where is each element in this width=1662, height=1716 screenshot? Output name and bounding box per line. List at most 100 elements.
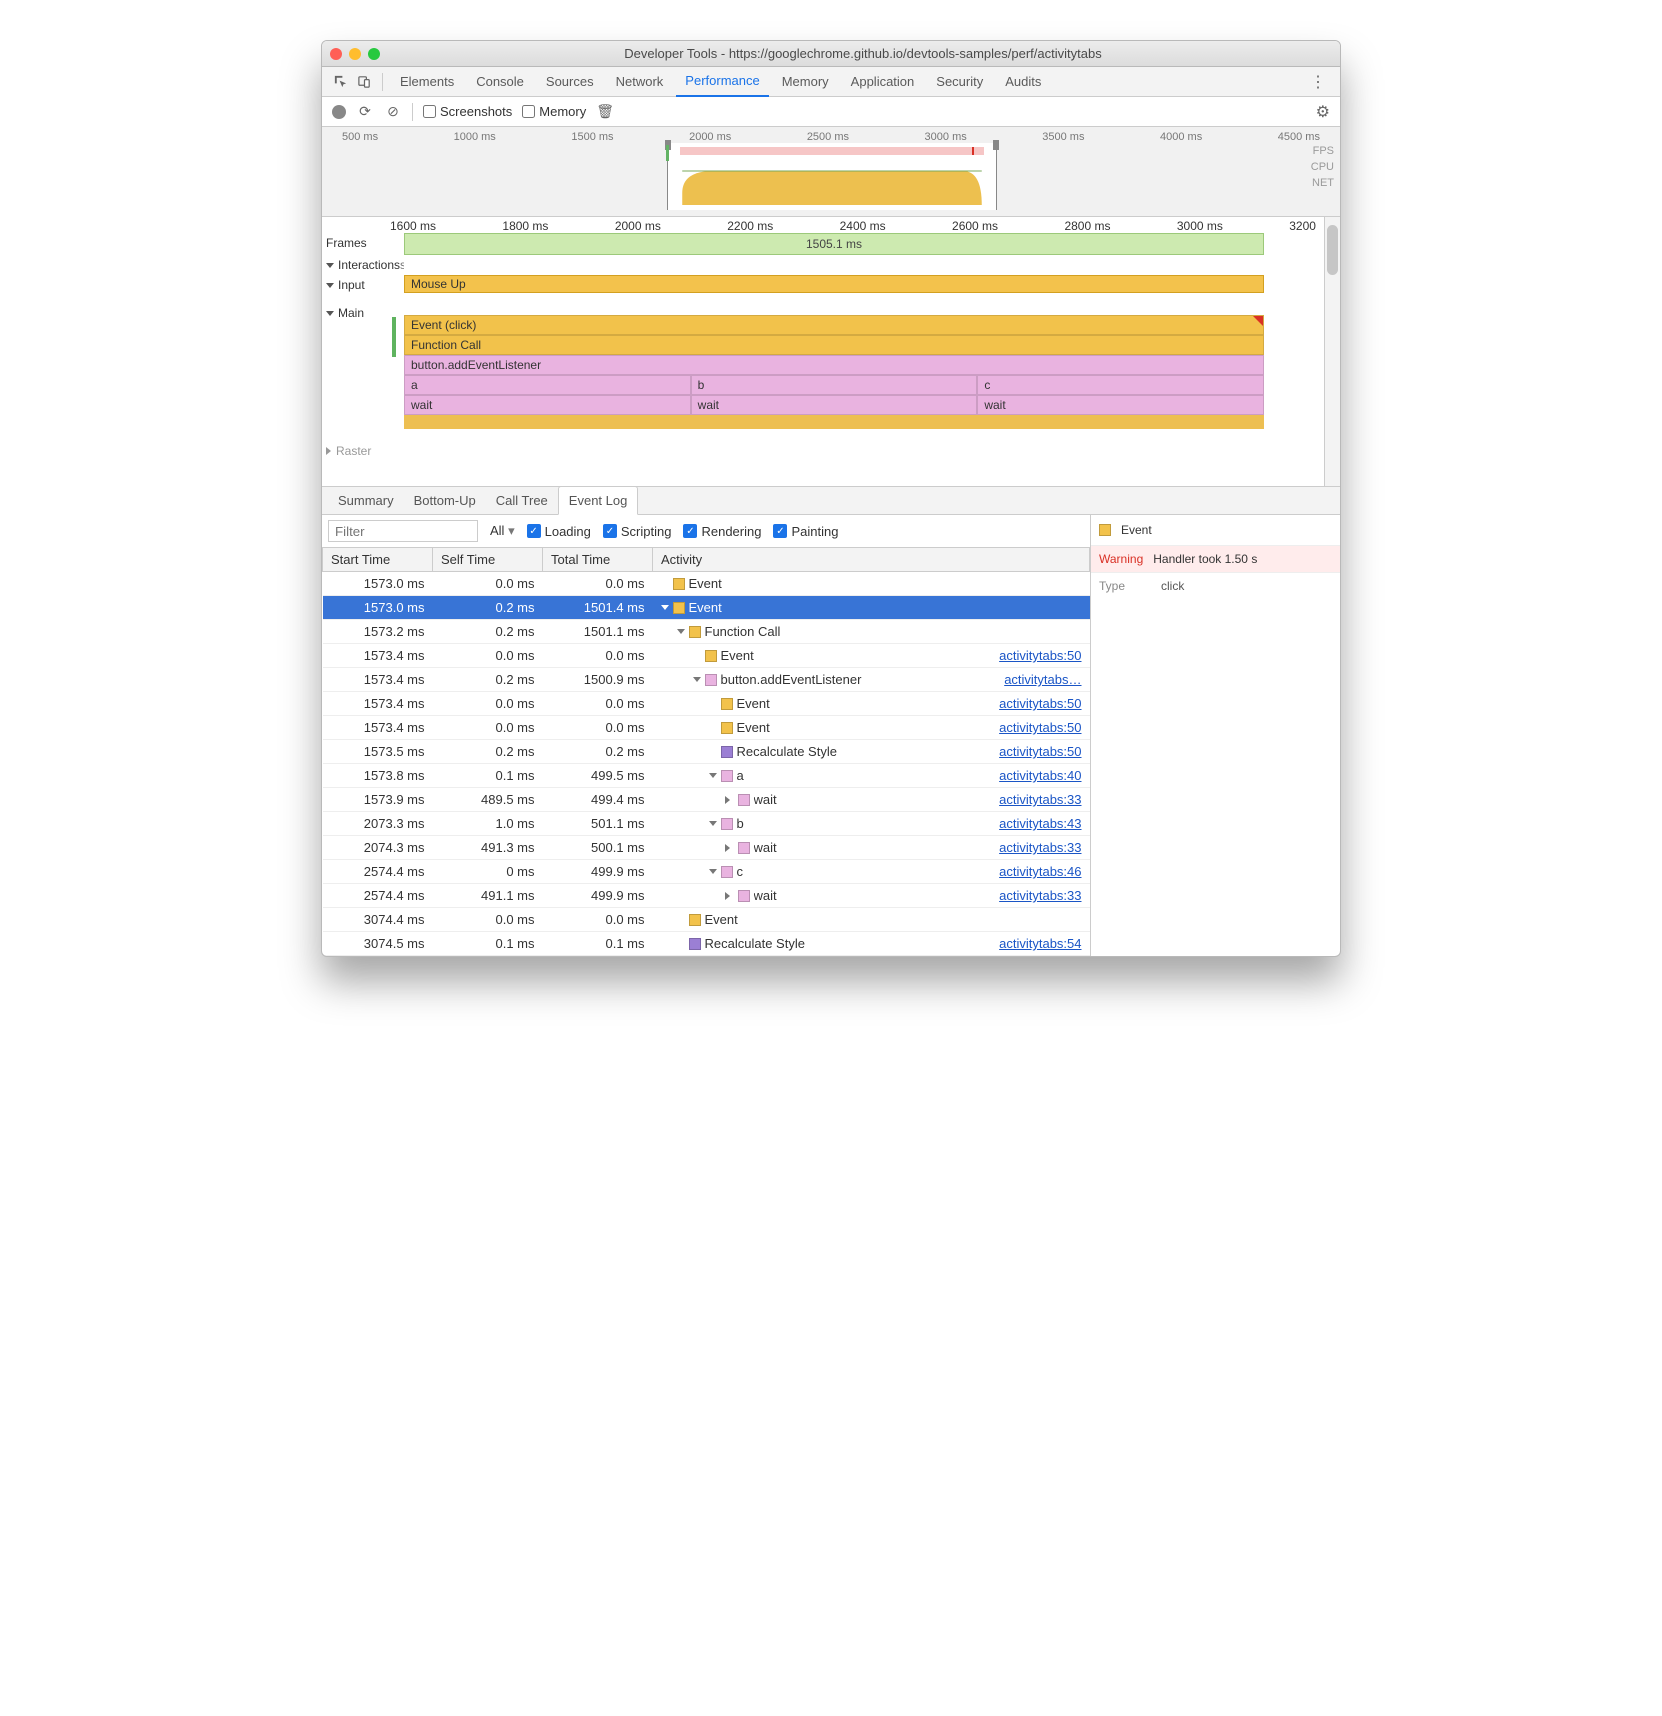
chevron-right-icon[interactable] [725, 796, 734, 804]
table-row[interactable]: 1573.0 ms0.0 ms0.0 msEvent [323, 572, 1090, 596]
tab-bottom-up[interactable]: Bottom-Up [404, 487, 486, 514]
table-row[interactable]: 1573.4 ms0.0 ms0.0 msEventactivitytabs:5… [323, 692, 1090, 716]
chevron-right-icon[interactable] [725, 892, 734, 900]
tab-network[interactable]: Network [607, 67, 673, 97]
settings-icon[interactable]: ⚙ [1316, 102, 1330, 122]
source-link[interactable]: activitytabs:50 [999, 648, 1081, 663]
table-row[interactable]: 1573.4 ms0.2 ms1500.9 msbutton.addEventL… [323, 668, 1090, 692]
table-row[interactable]: 2574.4 ms0 ms499.9 mscactivitytabs:46 [323, 860, 1090, 884]
tab-event-log[interactable]: Event Log [558, 486, 639, 515]
source-link[interactable]: activitytabs:33 [999, 792, 1081, 807]
tab-application[interactable]: Application [842, 67, 924, 97]
bar-wait-a[interactable]: wait [404, 395, 691, 415]
bar-c[interactable]: c [977, 375, 1264, 395]
gc-icon[interactable]: 🗑 [596, 103, 614, 120]
row-input[interactable]: Input [322, 275, 404, 295]
tab-summary[interactable]: Summary [328, 487, 404, 514]
reload-icon[interactable]: ⟳ [356, 103, 374, 120]
filter-loading[interactable]: ✓Loading [527, 524, 591, 539]
source-link[interactable]: activitytabs:46 [999, 864, 1081, 879]
filter-all-dropdown[interactable]: All ▾ [490, 523, 515, 539]
window-controls [330, 48, 380, 60]
table-row[interactable]: 1573.5 ms0.2 ms0.2 msRecalculate Styleac… [323, 740, 1090, 764]
source-link[interactable]: activitytabs:33 [999, 888, 1081, 903]
table-row[interactable]: 1573.4 ms0.0 ms0.0 msEventactivitytabs:5… [323, 644, 1090, 668]
table-row[interactable]: 2074.3 ms491.3 ms500.1 mswaitactivitytab… [323, 836, 1090, 860]
more-menu-icon[interactable]: ⋮ [1304, 72, 1332, 92]
tab-console[interactable]: Console [467, 67, 533, 97]
overview-selection[interactable] [667, 143, 997, 210]
row-raster[interactable]: Raster [322, 441, 404, 461]
clear-icon[interactable]: ⊘ [384, 103, 402, 120]
table-row[interactable]: 1573.2 ms0.2 ms1501.1 msFunction Call [323, 620, 1090, 644]
overview-timeline[interactable]: 500 ms1000 ms1500 ms 2000 ms2500 ms3000 … [322, 127, 1340, 217]
table-row[interactable]: 2574.4 ms491.1 ms499.9 mswaitactivitytab… [323, 884, 1090, 908]
activity-name: a [737, 768, 1000, 783]
table-row[interactable]: 3074.4 ms0.0 ms0.0 msEvent [323, 908, 1090, 932]
filter-input[interactable] [328, 520, 478, 542]
source-link[interactable]: activitytabs:54 [999, 936, 1081, 951]
table-row[interactable]: 2073.3 ms1.0 ms501.1 msbactivitytabs:43 [323, 812, 1090, 836]
bar-event[interactable]: Event (click) [404, 315, 1264, 335]
flame-chart[interactable]: 1600 ms1800 ms2000 ms 2200 ms2400 ms2600… [322, 217, 1340, 487]
source-link[interactable]: activitytabs:50 [999, 720, 1081, 735]
row-frames[interactable]: Frames [322, 233, 404, 253]
source-link[interactable]: activitytabs:50 [999, 696, 1081, 711]
selection-handle-right[interactable] [993, 140, 999, 150]
filter-painting[interactable]: ✓Painting [773, 524, 838, 539]
chevron-down-icon[interactable] [677, 629, 685, 634]
tab-memory[interactable]: Memory [773, 67, 838, 97]
tab-audits[interactable]: Audits [996, 67, 1050, 97]
detail-tabs: Summary Bottom-Up Call Tree Event Log [322, 487, 1340, 515]
col-start[interactable]: Start Time [323, 548, 433, 572]
tab-security[interactable]: Security [927, 67, 992, 97]
tab-performance[interactable]: Performance [676, 67, 768, 97]
bar-function-call[interactable]: Function Call [404, 335, 1264, 355]
table-row[interactable]: 1573.8 ms0.1 ms499.5 msaactivitytabs:40 [323, 764, 1090, 788]
chevron-down-icon[interactable] [693, 677, 701, 682]
filter-scripting[interactable]: ✓Scripting [603, 524, 672, 539]
device-toggle-icon[interactable] [354, 72, 374, 92]
tab-call-tree[interactable]: Call Tree [486, 487, 558, 514]
chevron-down-icon[interactable] [709, 821, 717, 826]
source-link[interactable]: activitytabs:40 [999, 768, 1081, 783]
table-row[interactable]: 1573.4 ms0.0 ms0.0 msEventactivitytabs:5… [323, 716, 1090, 740]
zoom-window-button[interactable] [368, 48, 380, 60]
chevron-down-icon[interactable] [709, 869, 717, 874]
row-interactions[interactable]: Interactionssponse [322, 255, 404, 275]
chevron-down-icon[interactable] [709, 773, 717, 778]
bar-a[interactable]: a [404, 375, 691, 395]
minimize-window-button[interactable] [349, 48, 361, 60]
timeline-scrollbar[interactable] [1324, 217, 1340, 486]
col-self[interactable]: Self Time [433, 548, 543, 572]
chevron-down-icon [326, 263, 334, 268]
chevron-right-icon[interactable] [725, 844, 734, 852]
source-link[interactable]: activitytabs:50 [999, 744, 1081, 759]
inspect-icon[interactable] [330, 72, 350, 92]
bar-b[interactable]: b [691, 375, 978, 395]
filter-rendering[interactable]: ✓Rendering [683, 524, 761, 539]
source-link[interactable]: activitytabs:33 [999, 840, 1081, 855]
bar-gold-strip[interactable] [404, 415, 1264, 429]
tab-elements[interactable]: Elements [391, 67, 463, 97]
table-row[interactable]: 3074.5 ms0.1 ms0.1 msRecalculate Styleac… [323, 932, 1090, 956]
col-total[interactable]: Total Time [543, 548, 653, 572]
table-row[interactable]: 1573.0 ms0.2 ms1501.4 msEvent [323, 596, 1090, 620]
tab-sources[interactable]: Sources [537, 67, 603, 97]
memory-checkbox[interactable]: Memory [522, 104, 586, 119]
bar-wait-b[interactable]: wait [691, 395, 978, 415]
bar-listener[interactable]: button.addEventListener [404, 355, 1264, 375]
chevron-down-icon[interactable] [661, 605, 669, 610]
row-main[interactable]: Main [322, 303, 404, 323]
input-event-bar[interactable]: Mouse Up [404, 275, 1264, 293]
source-link[interactable]: activitytabs:43 [999, 816, 1081, 831]
screenshots-checkbox[interactable]: Screenshots [423, 104, 512, 119]
cpu-shape [676, 165, 988, 205]
source-link[interactable]: activitytabs… [1004, 672, 1081, 687]
close-window-button[interactable] [330, 48, 342, 60]
col-activity[interactable]: Activity [653, 548, 1090, 572]
table-row[interactable]: 1573.9 ms489.5 ms499.4 mswaitactivitytab… [323, 788, 1090, 812]
frame-block[interactable]: 1505.1 ms [404, 233, 1264, 255]
record-button[interactable] [332, 105, 346, 119]
bar-wait-c[interactable]: wait [977, 395, 1264, 415]
